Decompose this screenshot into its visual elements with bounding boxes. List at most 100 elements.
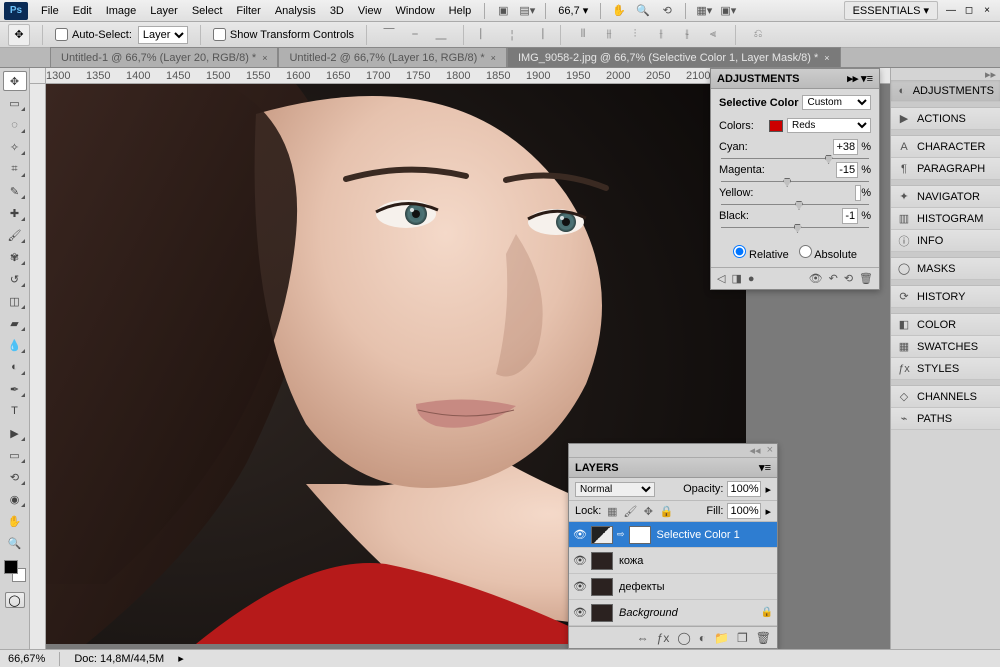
document-tab[interactable]: Untitled-2 @ 66,7% (Layer 16, RGB/8) *× (278, 47, 506, 67)
screen-mode-icon[interactable]: ▣▾ (719, 2, 737, 20)
color-swatches[interactable] (4, 560, 26, 582)
fill-value[interactable]: 100% (727, 503, 761, 519)
distribute-vcenter-icon[interactable]: ⫵ (599, 25, 619, 45)
align-left-icon[interactable]: ⎸ (476, 25, 496, 45)
tool-pen[interactable]: ✒ (3, 379, 27, 399)
menu-analysis[interactable]: Analysis (268, 5, 323, 17)
zoom-level-dropdown[interactable]: 66,7 ▾ (552, 4, 594, 17)
status-zoom[interactable]: 66,67% (8, 653, 45, 665)
dock-navigator[interactable]: ✦NAVIGATOR (891, 186, 1000, 208)
dock-expand-icon[interactable]: ▸▸ (985, 68, 996, 81)
layer-row[interactable]: 👁⇨Selective Color 1 (569, 522, 777, 548)
tool-type[interactable]: T (3, 401, 27, 421)
slider-track[interactable] (721, 177, 869, 187)
status-doc-info[interactable]: Doc: 14,8M/44,5M (74, 653, 164, 665)
slider-value[interactable]: -15 (836, 162, 858, 178)
dock-styles[interactable]: ƒxSTYLES (891, 358, 1000, 380)
close-tab-icon[interactable]: × (491, 53, 496, 63)
slider-track[interactable] (721, 223, 869, 233)
dock-masks[interactable]: ◯MASKS (891, 258, 1000, 280)
expand-view-icon[interactable]: ◨ (731, 272, 741, 285)
distribute-top-icon[interactable]: ⫴ (573, 25, 593, 45)
menu-filter[interactable]: Filter (229, 5, 267, 17)
clip-to-layer-icon[interactable]: ● (748, 273, 755, 285)
visibility-icon[interactable]: 👁 (573, 554, 587, 567)
close-tab-icon[interactable]: × (262, 53, 267, 63)
tool-history-brush[interactable]: ↺ (3, 269, 27, 289)
tool-preset-icon[interactable]: ✥ (8, 24, 30, 46)
dock-histogram[interactable]: ▥HISTOGRAM (891, 208, 1000, 230)
lock-position-icon[interactable]: ✥ (641, 504, 655, 518)
distribute-left-icon[interactable]: ⫲ (651, 25, 671, 45)
layer-mask-icon[interactable]: ◯ (677, 631, 690, 645)
menu-window[interactable]: Window (389, 5, 442, 17)
tool-marquee[interactable]: ▭ (3, 93, 27, 113)
tool-move[interactable]: ✥ (3, 71, 27, 91)
panel-menu-icon[interactable]: ▾≡ (759, 461, 771, 474)
delete-layer-icon[interactable]: 🗑 (756, 631, 771, 645)
dock-info[interactable]: ⓘINFO (891, 230, 1000, 252)
panel-collapse-icon[interactable]: ▸▸ (847, 72, 858, 85)
dock-color[interactable]: ◧COLOR (891, 314, 1000, 336)
dock-channels[interactable]: ◇CHANNELS (891, 386, 1000, 408)
distribute-bottom-icon[interactable]: ⫶ (625, 25, 645, 45)
dock-history[interactable]: ⟳HISTORY (891, 286, 1000, 308)
visibility-icon[interactable]: 👁 (573, 606, 587, 619)
blend-mode-dropdown[interactable]: Normal (575, 482, 655, 497)
window-restore-icon[interactable]: ◻ (962, 4, 976, 18)
visibility-icon[interactable]: 👁 (573, 528, 587, 541)
opacity-value[interactable]: 100% (727, 481, 761, 497)
fill-flyout-icon[interactable]: ▸ (765, 505, 771, 518)
distribute-right-icon[interactable]: ⫷ (703, 25, 723, 45)
menu-layer[interactable]: Layer (143, 5, 185, 17)
layer-row[interactable]: 👁 кожа (569, 548, 777, 574)
tool-brush[interactable]: 🖌 (3, 225, 27, 245)
tool-hand[interactable]: ✋ (3, 511, 27, 531)
tool-wand[interactable]: ✧ (3, 137, 27, 157)
window-minimize-icon[interactable]: — (944, 4, 958, 18)
menu-edit[interactable]: Edit (66, 5, 99, 17)
lock-transparency-icon[interactable]: ▦ (605, 504, 619, 518)
dock-character[interactable]: ACHARACTER (891, 136, 1000, 158)
hand-tool-icon[interactable]: ✋ (610, 2, 628, 20)
window-close-icon[interactable]: × (980, 4, 994, 18)
status-flyout-icon[interactable]: ▸ (178, 652, 184, 665)
tool-blur[interactable]: 💧 (3, 335, 27, 355)
document-tab[interactable]: Untitled-1 @ 66,7% (Layer 20, RGB/8) *× (50, 47, 278, 67)
dock-actions[interactable]: ▶ACTIONS (891, 108, 1000, 130)
align-hcenter-icon[interactable]: ¦ (502, 25, 522, 45)
ruler-vertical[interactable] (30, 84, 46, 649)
layer-name[interactable]: кожа (617, 555, 773, 567)
layer-group-icon[interactable]: 📁 (714, 631, 729, 645)
delete-adjustment-icon[interactable]: 🗑 (859, 272, 873, 285)
tool-crop[interactable]: ⌗ (3, 159, 27, 179)
zoom-tool-icon[interactable]: 🔍 (634, 2, 652, 20)
tool-zoom[interactable]: 🔍 (3, 533, 27, 553)
auto-align-icon[interactable]: ⎌ (748, 25, 768, 45)
toggle-visibility-icon[interactable]: 👁 (809, 272, 823, 285)
method-absolute[interactable]: Absolute (799, 245, 857, 261)
arrange-documents-icon[interactable]: ▦▾ (695, 2, 713, 20)
previous-state-icon[interactable]: ↶ (829, 272, 838, 285)
tool-stamp[interactable]: ✾ (3, 247, 27, 267)
workspace-switcher[interactable]: ESSENTIALS ▾ (844, 1, 938, 20)
menu-3d[interactable]: 3D (323, 5, 351, 17)
layer-row[interactable]: 👁Background🔒 (569, 600, 777, 626)
menu-file[interactable]: File (34, 5, 66, 17)
slider-value[interactable]: -1 (842, 208, 858, 224)
auto-select-checkbox[interactable]: Auto-Select: (55, 28, 132, 41)
layer-row[interactable]: 👁дефекты (569, 574, 777, 600)
slider-track[interactable] (721, 200, 869, 210)
auto-select-target[interactable]: Layer (138, 26, 188, 44)
align-top-icon[interactable]: ⎺ (379, 25, 399, 45)
ruler-origin[interactable] (30, 68, 46, 84)
new-layer-icon[interactable]: ❐ (737, 631, 748, 645)
method-relative[interactable]: Relative (733, 245, 789, 261)
colors-dropdown[interactable]: Reds (787, 118, 871, 133)
opacity-flyout-icon[interactable]: ▸ (765, 483, 771, 496)
slider-value[interactable]: +38 (833, 139, 858, 155)
panel-collapse-icon[interactable]: ◂◂ (750, 444, 761, 457)
close-tab-icon[interactable]: × (824, 53, 829, 63)
reset-icon[interactable]: ⟲ (844, 272, 853, 285)
adjustment-layer-icon[interactable]: ◐ (699, 631, 706, 645)
